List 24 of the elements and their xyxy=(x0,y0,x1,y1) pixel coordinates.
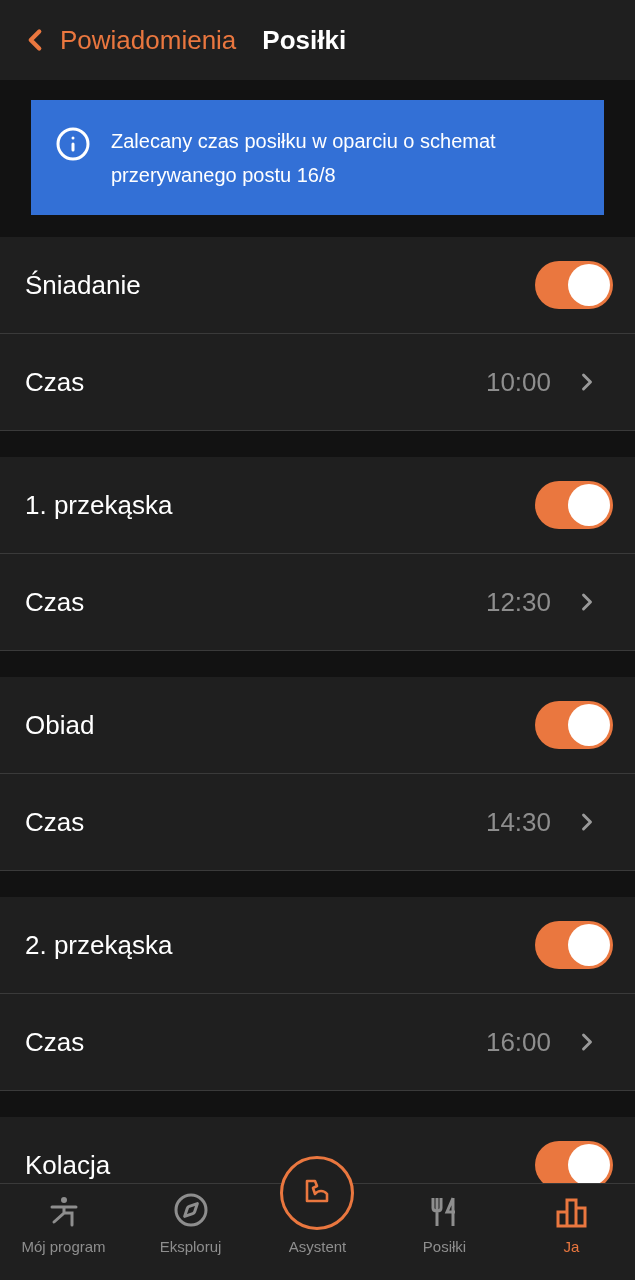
tab-item[interactable]: Eksploruj xyxy=(127,1184,254,1280)
tab-item[interactable]: Mój program xyxy=(0,1184,127,1280)
time-row[interactable]: Czas 10:00 xyxy=(0,334,635,431)
meal-name: Obiad xyxy=(25,708,95,742)
info-icon xyxy=(55,126,91,162)
time-row[interactable]: Czas 12:30 xyxy=(0,554,635,651)
info-text: Zalecany czas posiłku w oparciu o schemat przerywanego postu 16/8 xyxy=(111,128,497,188)
tab-item[interactable]: Posiłki xyxy=(381,1184,508,1280)
page-title: Posiłki xyxy=(262,23,347,57)
time-row[interactable]: Czas 14:30 xyxy=(0,774,635,871)
meal-name: 2. przekąska xyxy=(25,928,173,962)
compass-icon xyxy=(172,1191,209,1228)
meal-name: 1. przekąska xyxy=(25,488,173,522)
tab-item[interactable]: Ja xyxy=(508,1184,635,1280)
toggle-switch[interactable] xyxy=(535,701,613,749)
toggle-switch[interactable] xyxy=(535,261,613,309)
tab-item[interactable]: Asystent xyxy=(288,1235,347,1258)
time-row[interactable]: Czas 16:00 xyxy=(0,994,635,1091)
toggle-switch[interactable] xyxy=(535,481,613,529)
back-button[interactable]: Powiadomienia xyxy=(18,20,237,60)
meal-name: Kolacja xyxy=(25,1148,111,1182)
toggle-switch[interactable] xyxy=(535,1141,613,1183)
meal-name: Śniadanie xyxy=(25,268,141,302)
toggle-switch[interactable] xyxy=(535,921,613,969)
